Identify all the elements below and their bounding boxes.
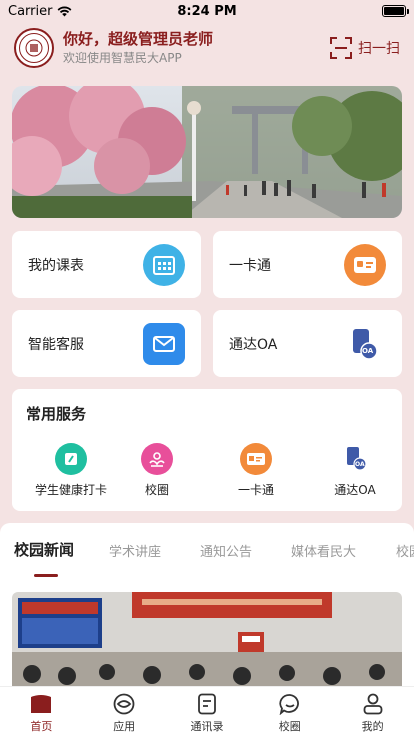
seal-icon — [25, 39, 43, 57]
service-label: 通达OA — [334, 483, 376, 497]
tab-contacts[interactable]: 通讯录 — [166, 687, 249, 736]
tab-home[interactable]: 首页 — [0, 687, 83, 736]
tab-lectures[interactable]: 学术讲座 — [109, 541, 161, 560]
service-campus-circle[interactable]: 校圈 — [109, 443, 205, 498]
chat-icon — [279, 694, 299, 715]
tab-label: 首页 — [30, 720, 53, 733]
service-campus-card[interactable]: 一卡通 — [208, 443, 304, 498]
campus-circle-icon — [141, 443, 173, 475]
service-oa[interactable]: OA 通达OA — [307, 443, 403, 498]
oa-icon: OA — [344, 323, 386, 365]
tab-apps[interactable]: 应用 — [83, 687, 166, 736]
campus-banner[interactable] — [12, 86, 402, 218]
campus-card-card[interactable]: 一卡通 — [213, 231, 402, 298]
schedule-card[interactable]: 我的课表 — [12, 231, 201, 298]
welcome-subtitle: 欢迎使用智慧民大APP — [63, 51, 182, 65]
tab-campus-circle[interactable]: 校圈 — [248, 687, 331, 736]
profile-icon — [363, 693, 382, 715]
tab-label: 我的 — [361, 720, 384, 733]
support-label: 智能客服 — [28, 336, 84, 353]
battery-level — [384, 7, 404, 15]
bottom-tab-bar: 首页 应用 通讯录 校圈 我的 — [0, 686, 414, 736]
greeting-block: 你好，超级管理员老师 欢迎使用智慧民大APP — [63, 29, 330, 67]
status-left: Carrier — [8, 4, 72, 19]
oa-label: 通达OA — [229, 336, 278, 353]
banner-image — [12, 86, 402, 218]
home-icon — [31, 695, 52, 713]
support-card[interactable]: 智能客服 — [12, 310, 201, 377]
service-label: 一卡通 — [237, 483, 274, 497]
services-title: 常用服务 — [26, 405, 87, 423]
header: 你好，超级管理员老师 欢迎使用智慧民大APP 扫一扫 — [14, 28, 400, 68]
news-section: 校园新闻 学术讲座 通知公告 媒体看民大 校园 — [0, 523, 414, 693]
active-tab-indicator — [34, 574, 58, 577]
tab-media[interactable]: 媒体看民大 — [291, 541, 356, 560]
tab-notices[interactable]: 通知公告 — [200, 541, 252, 560]
oa-service-badge: OA — [355, 461, 365, 468]
tab-label: 校圈 — [278, 720, 301, 733]
calendar-icon — [143, 243, 185, 286]
id-card-icon — [344, 243, 386, 286]
service-label: 学生健康打卡 — [34, 483, 107, 497]
scan-icon — [330, 37, 352, 59]
common-services: 常用服务 学生健康打卡 校圈 一卡通 OA 通达OA — [12, 389, 402, 511]
scan-label: 扫一扫 — [358, 41, 400, 57]
tab-label: 通讯录 — [190, 720, 224, 733]
health-checkin-icon — [55, 443, 87, 475]
greeting-title: 你好，超级管理员老师 — [63, 30, 214, 48]
news-image[interactable] — [12, 592, 402, 693]
service-label: 校圈 — [144, 483, 169, 497]
tab-label: 应用 — [113, 720, 136, 733]
oa-card-badge: OA — [362, 346, 374, 355]
scan-button[interactable]: 扫一扫 — [330, 37, 400, 59]
apps-icon — [113, 693, 135, 715]
mail-icon — [143, 322, 185, 365]
contacts-icon — [198, 693, 216, 715]
oa-icon: OA — [339, 443, 371, 475]
carrier-label: Carrier — [8, 3, 53, 19]
status-bar: Carrier 8:24 PM — [0, 0, 414, 22]
university-logo — [14, 28, 54, 68]
tab-campus[interactable]: 校园 — [396, 541, 414, 560]
news-tabs: 校园新闻 学术讲座 通知公告 媒体看民大 校园 — [0, 537, 414, 567]
campus-card-icon — [240, 443, 272, 475]
wifi-icon — [58, 6, 72, 16]
oa-card[interactable]: 通达OA OA — [213, 310, 402, 377]
schedule-label: 我的课表 — [28, 257, 84, 274]
battery-icon — [382, 5, 409, 17]
service-health-checkin[interactable]: 学生健康打卡 — [23, 443, 119, 498]
campus-card-label: 一卡通 — [229, 257, 271, 274]
tab-profile[interactable]: 我的 — [331, 687, 414, 736]
news-photo — [12, 592, 402, 693]
tab-campus-news[interactable]: 校园新闻 — [14, 539, 74, 560]
